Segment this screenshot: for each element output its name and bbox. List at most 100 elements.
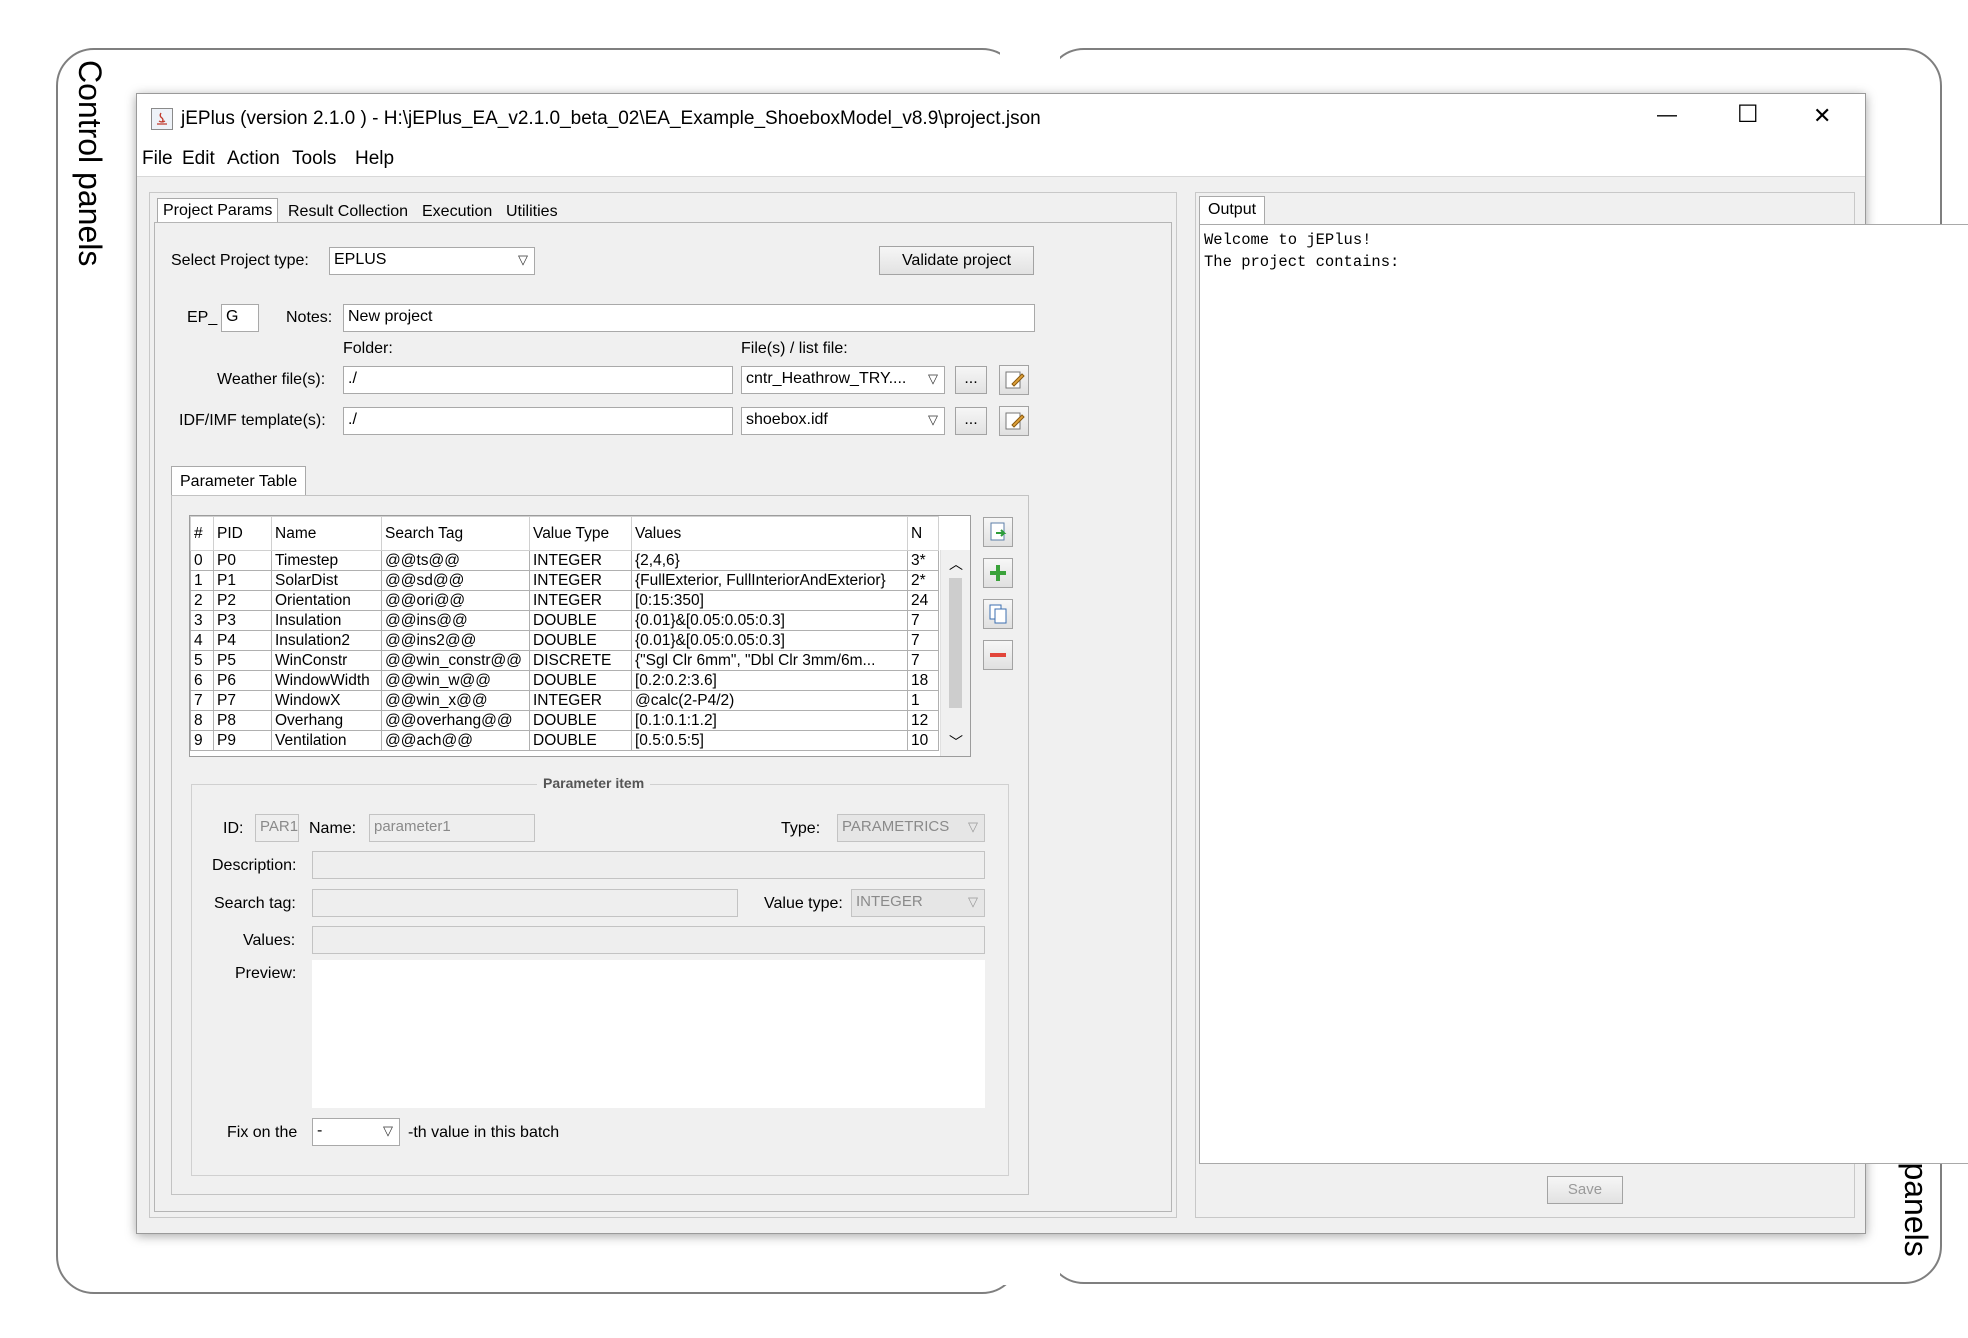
cell-name: Insulation xyxy=(271,610,382,631)
fix-value: - xyxy=(317,1122,323,1139)
tab-project-params[interactable]: Project Params xyxy=(157,198,279,223)
cell-name: Ventilation xyxy=(271,730,382,751)
output-console[interactable]: Welcome to jEPlus! The project contains: xyxy=(1199,224,1968,1164)
column-header-search-tag[interactable]: Search Tag xyxy=(381,516,530,551)
description-label: Description: xyxy=(212,857,297,874)
add-parameter-icon[interactable] xyxy=(983,558,1013,588)
notes-field[interactable]: New project xyxy=(343,304,1035,332)
weather-edit-icon[interactable] xyxy=(999,365,1029,395)
idf-folder-field[interactable]: ./ xyxy=(343,407,733,435)
cell-pid: P4 xyxy=(213,630,272,651)
weather-file-value: cntr_Heathrow_TRY.... xyxy=(746,370,907,387)
cell-name: Overhang xyxy=(271,710,382,731)
cell-values: {"Sgl Clr 6mm", "Dbl Clr 3mm/6m... xyxy=(631,650,908,671)
table-row[interactable]: 7 P7 WindowX @@win_x@@ INTEGER @calc(2-P4/2) 1 xyxy=(190,690,939,711)
param-type-label: Type: xyxy=(781,820,821,837)
column-header-row-index[interactable]: # xyxy=(190,516,214,551)
cell-name: WindowX xyxy=(271,690,382,711)
table-row[interactable]: 6 P6 WindowWidth @@win_w@@ DOUBLE [0.2:0.2:3.… xyxy=(190,670,939,691)
cell-row-index: 8 xyxy=(190,710,214,731)
idf-file-select[interactable]: shoebox.idf ▽ xyxy=(741,407,945,435)
table-row[interactable]: 1 P1 SolarDist @@sd@@ INTEGER {FullExterior, … xyxy=(190,570,939,591)
values-field[interactable] xyxy=(312,926,985,954)
project-type-select[interactable]: EPLUS ▽ xyxy=(329,247,535,275)
table-row[interactable]: 5 P5 WinConstr @@win_constr@@ DISCRETE {"Sgl … xyxy=(190,650,939,671)
scroll-up-icon[interactable]: ︿ xyxy=(949,554,963,574)
param-type-select[interactable]: PARAMETRICS ▽ xyxy=(837,814,985,842)
chevron-down-icon: ▽ xyxy=(518,252,528,267)
search-tag-field[interactable] xyxy=(312,889,738,917)
cell-search-tag: @@overhang@@ xyxy=(381,710,530,731)
maximize-button[interactable]: ☐ xyxy=(1737,100,1759,129)
description-field[interactable] xyxy=(312,851,985,879)
save-button[interactable]: Save xyxy=(1547,1176,1623,1204)
weather-browse-button[interactable]: ... xyxy=(955,366,987,394)
cell-name: Insulation2 xyxy=(271,630,382,651)
cell-value-type: DOUBLE xyxy=(529,630,632,651)
idf-file-value: shoebox.idf xyxy=(746,411,828,428)
close-button[interactable]: ✕ xyxy=(1813,103,1831,129)
cell-pid: P6 xyxy=(213,670,272,691)
menu-action[interactable]: Action xyxy=(227,148,280,170)
column-header-pid[interactable]: PID xyxy=(213,516,272,551)
table-scrollbar[interactable]: ︿ ﹀ xyxy=(940,550,970,756)
menu-file[interactable]: File xyxy=(142,148,173,170)
values-label: Values: xyxy=(243,932,296,949)
cell-name: Timestep xyxy=(271,550,382,571)
menu-bar: File Edit Action Tools Help xyxy=(137,144,1865,177)
fix-value-select[interactable]: - ▽ xyxy=(312,1118,400,1146)
window-title: jEPlus (version 2.1.0 ) - H:\jEPlus_EA_v… xyxy=(181,108,1041,129)
tab-output[interactable]: Output xyxy=(1199,196,1266,224)
cell-pid: P5 xyxy=(213,650,272,671)
cell-value-type: DOUBLE xyxy=(529,710,632,731)
table-row[interactable]: 9 P9 Ventilation @@ach@@ DOUBLE [0.5:0.5:5] 10 xyxy=(190,730,939,751)
parameter-table[interactable]: # PID Name Search Tag Value Type Values N 0 P0 T… xyxy=(190,516,939,751)
menu-tools[interactable]: Tools xyxy=(292,148,336,170)
param-id-field[interactable]: PAR1 xyxy=(255,814,299,842)
scroll-down-icon[interactable]: ﹀ xyxy=(949,732,963,752)
table-row[interactable]: 2 P2 Orientation @@ori@@ INTEGER [0:15:350] 24 xyxy=(190,590,939,611)
menu-help[interactable]: Help xyxy=(355,148,394,170)
cell-value-type: DOUBLE xyxy=(529,610,632,631)
table-row[interactable]: 3 P3 Insulation @@ins@@ DOUBLE {0.01}&[0.05:0… xyxy=(190,610,939,631)
idf-edit-icon[interactable] xyxy=(999,406,1029,436)
cell-search-tag: @@sd@@ xyxy=(381,570,530,591)
table-row[interactable]: 4 P4 Insulation2 @@ins2@@ DOUBLE {0.01}&[0.05… xyxy=(190,630,939,651)
tab-utilities[interactable]: Utilities xyxy=(501,200,563,224)
output-line-1: Welcome to jEPlus! xyxy=(1204,231,1372,249)
scrollbar-thumb[interactable] xyxy=(949,578,962,708)
remove-parameter-icon[interactable] xyxy=(983,640,1013,670)
column-header-count[interactable]: N xyxy=(907,516,939,551)
column-header-values[interactable]: Values xyxy=(631,516,908,551)
minimize-button[interactable]: — xyxy=(1657,104,1677,127)
cell-name: Orientation xyxy=(271,590,382,611)
validate-project-button[interactable]: Validate project xyxy=(879,246,1034,275)
table-row[interactable]: 0 P0 Timestep @@ts@@ INTEGER {2,4,6} 3* xyxy=(190,550,939,571)
ep-prefix-field[interactable]: G xyxy=(221,304,259,332)
column-header-value-type[interactable]: Value Type xyxy=(529,516,632,551)
cell-values: [0:15:350] xyxy=(631,590,908,611)
import-parameter-icon[interactable] xyxy=(983,517,1013,547)
weather-file-select[interactable]: cntr_Heathrow_TRY.... ▽ xyxy=(741,366,945,394)
cell-row-index: 7 xyxy=(190,690,214,711)
idf-browse-button[interactable]: ... xyxy=(955,407,987,435)
weather-files-label: Weather file(s): xyxy=(217,371,326,388)
folder-header: Folder: xyxy=(343,340,393,357)
output-line-2: The project contains: xyxy=(1204,253,1400,271)
fix-suffix-label: -th value in this batch xyxy=(408,1124,560,1141)
cell-row-index: 5 xyxy=(190,650,214,671)
tab-result-collection[interactable]: Result Collection xyxy=(283,200,413,224)
param-name-field[interactable]: parameter1 xyxy=(369,814,535,842)
copy-parameter-icon[interactable] xyxy=(983,599,1013,629)
menu-edit[interactable]: Edit xyxy=(182,148,215,170)
column-header-name[interactable]: Name xyxy=(271,516,382,551)
tab-parameter-table[interactable]: Parameter Table xyxy=(171,466,307,496)
table-row[interactable]: 8 P8 Overhang @@overhang@@ DOUBLE [0.1:0.1:1.… xyxy=(190,710,939,731)
value-type-select[interactable]: INTEGER ▽ xyxy=(851,889,985,917)
weather-folder-field[interactable]: ./ xyxy=(343,366,733,394)
cell-search-tag: @@win_w@@ xyxy=(381,670,530,691)
cell-value-type: INTEGER xyxy=(529,690,632,711)
notes-label: Notes: xyxy=(286,309,333,326)
tab-execution[interactable]: Execution xyxy=(417,200,497,224)
control-panels-label: Control panels xyxy=(72,60,108,267)
